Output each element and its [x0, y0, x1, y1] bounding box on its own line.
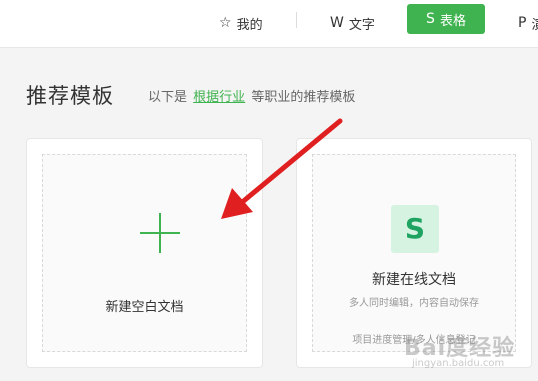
doc-w-icon: W: [330, 15, 344, 31]
top-navigation-bar: ☆ 我的 W 文字 S 表格 P 演: [0, 0, 538, 48]
nav-text-link[interactable]: W 文字: [330, 10, 375, 36]
sheet-s-icon: S: [426, 11, 435, 27]
section-title: 推荐模板: [26, 84, 114, 108]
nav-ppt-label: 演: [531, 17, 538, 33]
ppt-p-icon: P: [518, 15, 527, 31]
nav-text-label: 文字: [348, 17, 375, 33]
section-subtitle: 以下是 根据行业 等职业的推荐模板: [148, 86, 355, 105]
subtitle-prefix: 以下是: [148, 90, 188, 105]
new-online-document-description: 多人同时编辑，内容自动保存: [349, 298, 479, 309]
star-icon: ☆: [219, 15, 232, 31]
plus-icon: [140, 213, 180, 253]
subtitle-suffix: 等职业的推荐模板: [251, 90, 356, 105]
sheet-s-icon: S: [404, 212, 426, 245]
nav-ppt-link[interactable]: P 演: [518, 10, 538, 36]
card-dashed-area: 新建空白文档: [42, 154, 247, 352]
card-dashed-area: S 新建在线文档 多人同时编辑，内容自动保存 项目进度管理/多人信息登记: [312, 154, 516, 352]
new-blank-document-label: 新建空白文档: [105, 300, 184, 315]
watermark-logo: Bai度经验 jingyan.baidu.com: [404, 330, 534, 376]
nav-mine-link[interactable]: ☆ 我的: [219, 10, 263, 36]
nav-mine-label: 我的: [236, 17, 263, 33]
nav-sheet-label: 表格: [439, 13, 466, 29]
sheet-logo-icon: S: [391, 205, 439, 253]
watermark-sub-text: jingyan.baidu.com: [412, 358, 505, 369]
nav-divider: [296, 12, 297, 28]
new-online-document-title: 新建在线文档: [372, 272, 456, 288]
new-blank-document-card[interactable]: 新建空白文档: [26, 138, 263, 368]
industry-link[interactable]: 根据行业: [193, 90, 245, 105]
nav-sheet-button[interactable]: S 表格: [407, 4, 485, 34]
